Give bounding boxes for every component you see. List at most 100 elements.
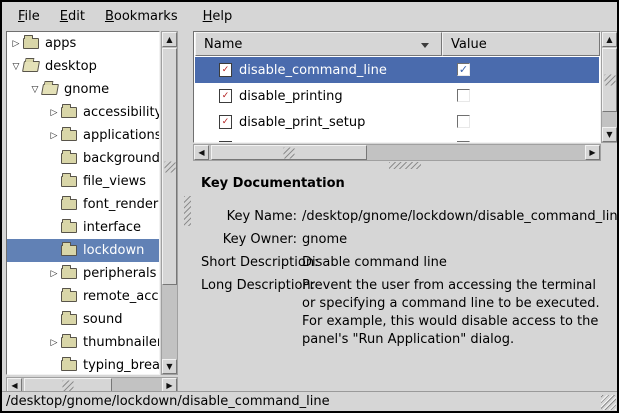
scroll-right-icon[interactable] [585, 145, 600, 160]
scroll-up-icon[interactable] [162, 32, 177, 47]
tree-item-lockdown[interactable]: lockdown [7, 239, 159, 262]
menu-edit[interactable]: Edit [50, 5, 95, 28]
checkbox-unchecked[interactable] [457, 115, 470, 128]
tree-item-interface[interactable]: interface [7, 216, 159, 239]
vertical-splitter[interactable] [183, 31, 192, 391]
tree-item-label: lockdown [83, 243, 144, 258]
list-row-disable-print-setup[interactable]: disable_print_setup [195, 109, 599, 135]
tree-item-label: apps [45, 36, 76, 51]
scroll-left-icon[interactable] [194, 145, 209, 160]
folder-closed-icon [61, 153, 77, 164]
tree-vscrollbar[interactable] [161, 31, 178, 375]
tree-item-label: peripherals [83, 266, 156, 281]
menu-bookmarks[interactable]: Bookmarks [95, 5, 188, 28]
folder-closed-icon [61, 360, 77, 371]
tree-item-label: accessibility [83, 105, 160, 120]
splitter-grip-icon [389, 162, 421, 169]
horizontal-splitter[interactable] [193, 161, 617, 170]
tree-item-label: thumbnailers [83, 335, 160, 350]
tree-item-remote-access[interactable]: remote_access [7, 285, 159, 308]
tree-item-desktop[interactable]: desktop [7, 55, 159, 78]
key-name: disable_print_setup [239, 115, 365, 130]
expander-collapsed-icon[interactable] [47, 269, 61, 279]
checkbox-checked[interactable] [457, 63, 470, 76]
list-row-disable-printing[interactable]: disable_printing [195, 83, 599, 109]
folder-open-icon [22, 61, 40, 72]
tree-item-label: sound [83, 312, 122, 327]
doc-field-short-description: Short Description: Disable command line [201, 254, 617, 272]
checkbox-unchecked[interactable] [457, 89, 470, 102]
tree-item-label: remote_access [83, 289, 160, 304]
status-bar-path: /desktop/gnome/lockdown/disable_command_… [6, 394, 330, 409]
resize-grip-icon[interactable] [601, 395, 616, 410]
scroll-up-icon[interactable] [602, 32, 617, 47]
tree-item-background[interactable]: background [7, 147, 159, 170]
folder-closed-icon [61, 268, 77, 279]
expander-collapsed-icon[interactable] [47, 131, 61, 141]
key-icon [219, 89, 232, 103]
tree-item-sound[interactable]: sound [7, 308, 159, 331]
expander-expanded-icon[interactable] [28, 85, 42, 95]
folder-closed-icon [61, 199, 77, 210]
tree-item-label: interface [83, 220, 141, 235]
tree-item-font-rendering[interactable]: font_rendering [7, 193, 159, 216]
tree-item-accessibility[interactable]: accessibility [7, 101, 159, 124]
expander-collapsed-icon[interactable] [9, 39, 23, 49]
doc-field-key-name: Key Name: /desktop/gnome/lockdown/disabl… [201, 208, 617, 226]
list-hscrollbar[interactable] [193, 144, 601, 161]
tree-item-thumbnailers[interactable]: thumbnailers [7, 331, 159, 354]
list-hscrollbar-thumb[interactable] [211, 145, 367, 160]
scroll-down-icon[interactable] [602, 127, 617, 142]
key-list: Name Value disable_command_line disable_… [193, 31, 601, 143]
status-bar: /desktop/gnome/lockdown/disable_command_… [2, 391, 617, 411]
gconf-editor-window: File Edit Bookmarks Help apps desktop gn… [0, 0, 619, 413]
list-vscrollbar[interactable] [601, 31, 618, 143]
folder-closed-icon [61, 337, 77, 348]
expander-collapsed-icon[interactable] [47, 338, 61, 348]
menu-file[interactable]: File [8, 5, 50, 28]
tree-item-label: desktop [45, 59, 97, 74]
folder-closed-icon [61, 176, 77, 187]
checkbox-unchecked[interactable] [457, 141, 470, 143]
tree-vscrollbar-thumb[interactable] [162, 48, 177, 285]
expander-collapsed-icon[interactable] [47, 108, 61, 118]
tree-item-applications[interactable]: applications [7, 124, 159, 147]
list-row-disable-command-line[interactable]: disable_command_line [195, 57, 599, 83]
splitter-grip-icon [184, 196, 191, 226]
doc-field-long-description: Long Description: Prevent the user from … [201, 277, 617, 349]
doc-field-key-owner: Key Owner: gnome [201, 231, 617, 249]
scroll-down-icon[interactable] [162, 359, 177, 374]
column-header-value[interactable]: Value [442, 32, 600, 56]
expander-expanded-icon[interactable] [9, 62, 23, 72]
list-row-disable-save-to-disk[interactable]: disable_save_to_disk [195, 135, 599, 143]
tree-item-label: file_views [83, 174, 146, 189]
folder-closed-icon [61, 291, 77, 302]
folder-closed-icon [61, 107, 77, 118]
key-icon [219, 63, 232, 77]
tree-item-label: applications [83, 128, 160, 143]
tree-item-label: typing_break [83, 358, 160, 373]
key-name: disable_save_to_disk [239, 141, 375, 144]
folder-closed-icon [23, 38, 39, 49]
sort-indicator-icon [421, 43, 429, 48]
tree-item-label: font_rendering [83, 197, 160, 212]
config-tree: apps desktop gnome accessibility applica… [6, 31, 160, 375]
folder-closed-icon [61, 222, 77, 233]
folder-closed-icon [61, 245, 77, 256]
menu-bar: File Edit Bookmarks Help [2, 2, 617, 30]
tree-item-gnome[interactable]: gnome [7, 78, 159, 101]
column-header-name[interactable]: Name [195, 32, 442, 56]
docs-title: Key Documentation [201, 176, 617, 191]
key-name: disable_printing [239, 89, 343, 104]
key-name: disable_command_line [239, 63, 387, 78]
key-icon [219, 141, 232, 143]
menu-help[interactable]: Help [193, 5, 243, 28]
list-vscrollbar-thumb[interactable] [602, 48, 617, 112]
tree-item-label: background [83, 151, 160, 166]
tree-item-file-views[interactable]: file_views [7, 170, 159, 193]
key-icon [219, 115, 232, 129]
tree-item-peripherals[interactable]: peripherals [7, 262, 159, 285]
tree-item-typing-break[interactable]: typing_break [7, 354, 159, 375]
tree-item-apps[interactable]: apps [7, 32, 159, 55]
key-documentation-panel: Key Documentation Key Name: /desktop/gno… [193, 170, 617, 391]
